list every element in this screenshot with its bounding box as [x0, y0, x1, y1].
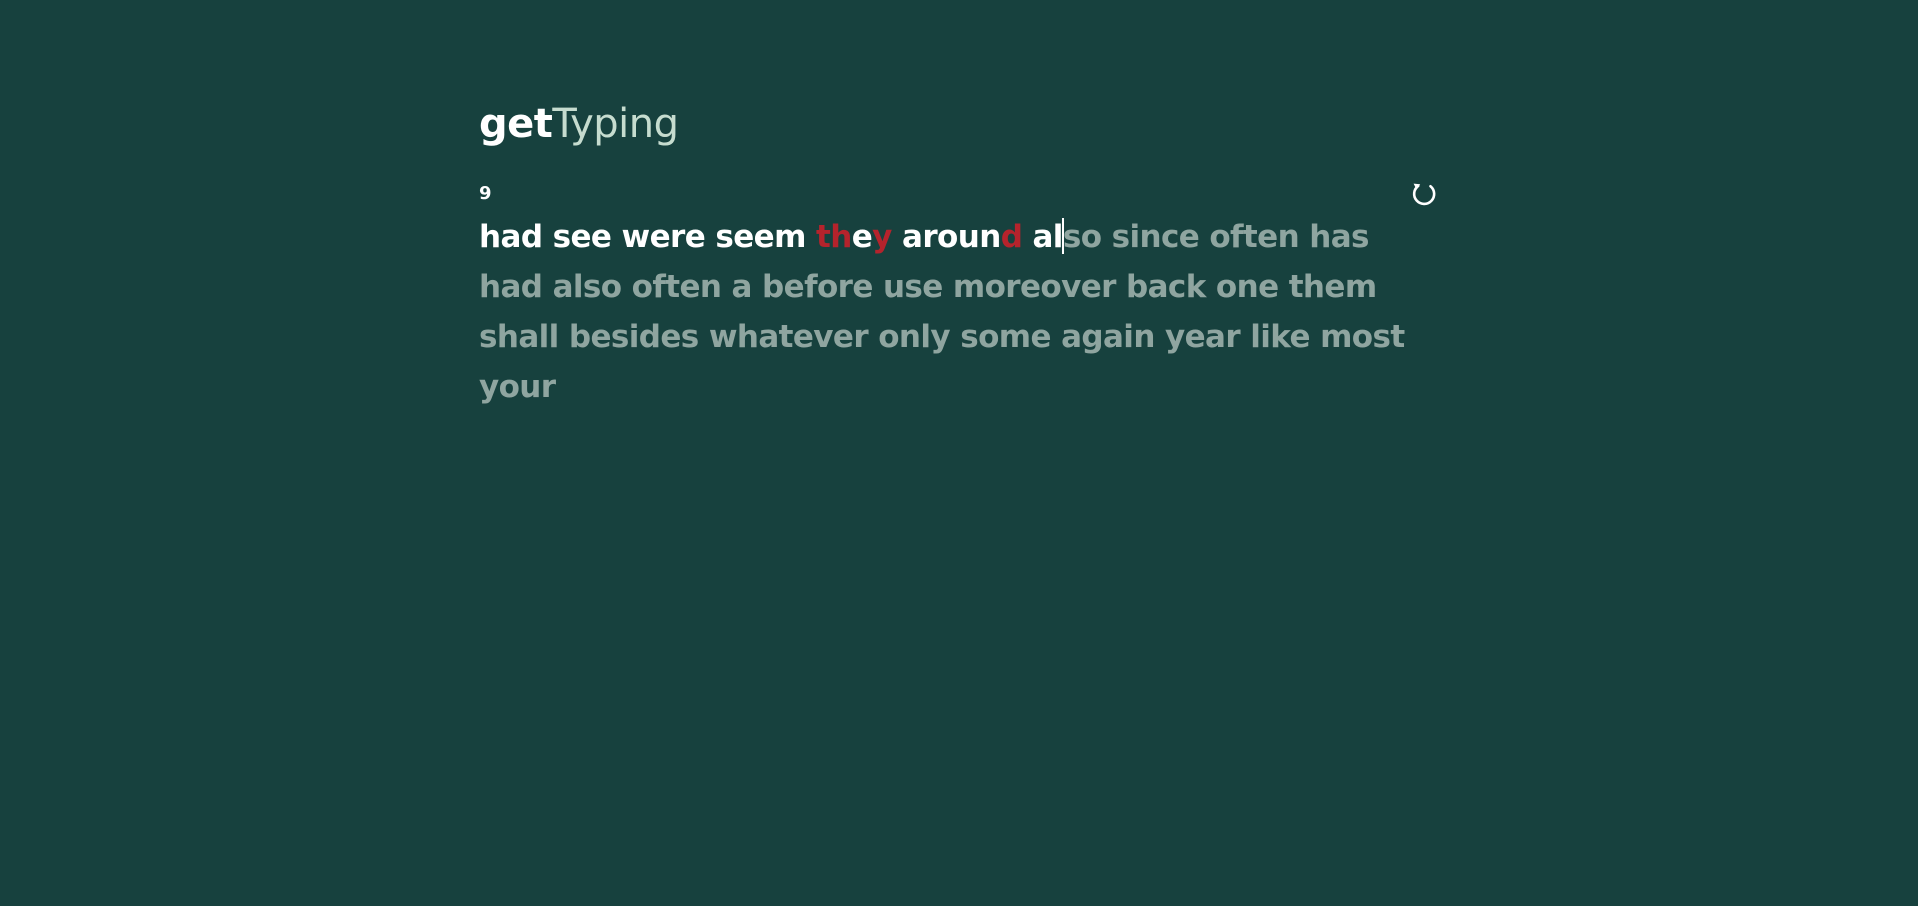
char-correct: a [901, 219, 923, 255]
char-correct: al [1032, 219, 1063, 255]
test-header: 9 [479, 182, 1441, 212]
char-correct: e [570, 219, 591, 255]
char-correct: s [715, 219, 734, 255]
typing-text-area[interactable]: had see were seem they around also since… [479, 212, 1441, 412]
typed-word: around [901, 219, 1023, 255]
word-counter: 9 [479, 183, 492, 204]
typed-word: seem [715, 219, 806, 255]
typed-word: see [553, 219, 612, 255]
char-correct: e [851, 219, 873, 255]
logo-part-typing: Typing [552, 101, 679, 147]
char-correct: o [937, 219, 958, 255]
char-correct: h [479, 219, 501, 255]
char-correct: s [552, 219, 571, 255]
char-correct: e [590, 219, 612, 255]
char-correct: a [500, 219, 521, 255]
typed-word: they [816, 219, 892, 255]
char-incorrect: h [830, 219, 852, 255]
app-logo: getTyping [479, 96, 1441, 152]
char-pending: so [1062, 219, 1102, 255]
char-correct: w [621, 219, 651, 255]
char-incorrect: y [872, 219, 892, 255]
typed-word: had [479, 219, 543, 255]
char-correct: n [979, 219, 1001, 255]
char-correct: e [753, 219, 775, 255]
char-correct: e [684, 219, 706, 255]
logo-part-get: get [479, 101, 553, 147]
char-correct: e [649, 219, 671, 255]
char-correct: e [733, 219, 754, 255]
char-correct: r [922, 219, 938, 255]
typed-word: were [622, 219, 706, 255]
char-correct: u [957, 219, 980, 255]
typing-app: getTyping 9 had see were seem they aroun… [479, 96, 1441, 412]
char-incorrect: d [1000, 219, 1023, 255]
char-correct: m [774, 219, 806, 255]
char-correct: d [520, 219, 543, 255]
restart-button[interactable] [1407, 177, 1441, 211]
current-word: also [1032, 218, 1102, 255]
restart-icon [1412, 183, 1436, 206]
char-correct: r [670, 219, 685, 255]
char-incorrect: t [816, 219, 831, 255]
